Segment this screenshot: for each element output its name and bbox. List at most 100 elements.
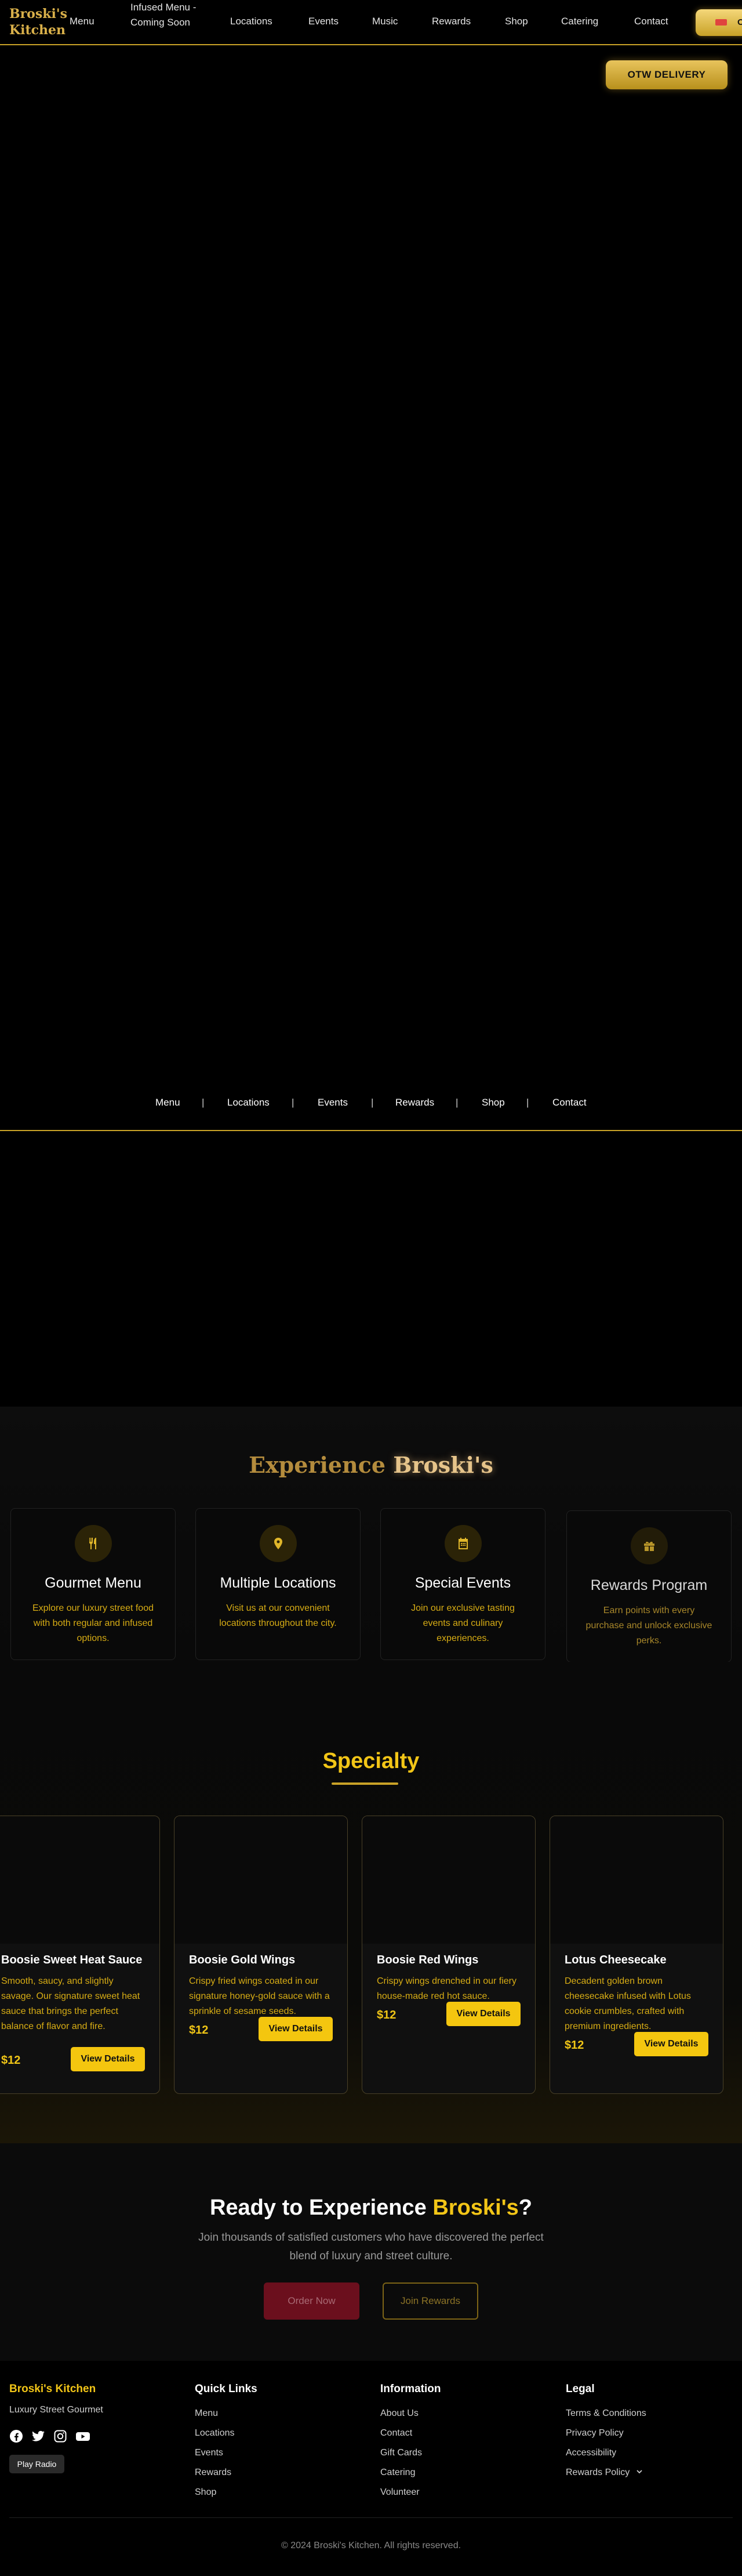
product-description: Crispy fried wings coated in our signatu…	[189, 1976, 330, 2016]
subnav-events[interactable]: Events	[318, 1097, 348, 1108]
footer-link[interactable]: About Us	[380, 2408, 441, 2428]
feature-title: Multiple Locations	[220, 1575, 336, 1591]
footer-link[interactable]: Menu	[195, 2408, 257, 2428]
feature-title: Gourmet Menu	[45, 1575, 141, 1591]
product-image	[0, 1816, 159, 1944]
footer-link[interactable]: Terms & Conditions	[566, 2408, 646, 2428]
delivery-badge-icon	[715, 19, 727, 26]
nav-music[interactable]: Music	[372, 16, 398, 27]
view-details-button[interactable]: View Details	[71, 2047, 145, 2071]
footer-link[interactable]: Gift Cards	[380, 2448, 441, 2468]
experience-title-highlight: Broski's	[393, 1452, 493, 1478]
product-price: $12	[377, 2009, 397, 2021]
gift-icon	[630, 1527, 668, 1564]
nav-infused-menu[interactable]: Infused Menu - Coming Soon	[130, 0, 217, 30]
specialty-title: Specialty	[322, 1749, 420, 1773]
product-card[interactable]: Lotus Cheesecake Decadent golden brown c…	[550, 1816, 723, 2094]
view-details-button[interactable]: View Details	[634, 2032, 708, 2056]
instagram-icon[interactable]	[53, 2429, 67, 2443]
otw-delivery-header-button[interactable]: O	[696, 9, 742, 36]
footer-link[interactable]: Accessibility	[566, 2448, 646, 2468]
join-rewards-button[interactable]: Join Rewards	[383, 2282, 478, 2320]
cta-section: Ready to Experience Broski's? Join thous…	[0, 2143, 742, 2361]
subnav-separator: |	[292, 1097, 294, 1108]
calendar-icon	[444, 1525, 482, 1562]
title-underline	[332, 1782, 398, 1785]
cta-title-highlight: Broski's	[432, 2195, 519, 2220]
footer-column-title: Quick Links	[195, 2383, 257, 2395]
footer-link[interactable]: Rewards	[195, 2468, 257, 2487]
copyright-text: © 2024 Broski's Kitchen. All rights rese…	[281, 2541, 461, 2550]
cta-title: Ready to Experience Broski's?	[0, 2195, 742, 2220]
secondary-nav: Menu | Locations | Events | Rewards | Sh…	[0, 1090, 742, 1131]
footer-link: Rewards Policy	[566, 2468, 630, 2477]
footer-link[interactable]: Volunteer	[380, 2487, 441, 2507]
product-price: $12	[565, 2039, 584, 2052]
footer-information: Information About Us Contact Gift Cards …	[380, 2383, 441, 2507]
feature-card-rewards[interactable]: Rewards Program Earn points with every p…	[566, 1510, 732, 1662]
product-name: Boosie Gold Wings	[189, 1954, 296, 1966]
utensils-icon	[74, 1525, 112, 1562]
footer-link[interactable]: Privacy Policy	[566, 2428, 646, 2448]
subnav-rewards[interactable]: Rewards	[395, 1097, 434, 1108]
experience-title: Experience Broski's	[0, 1452, 742, 1478]
product-card[interactable]: Boosie Red Wings Crispy wings drenched i…	[362, 1816, 536, 2094]
nav-shop[interactable]: Shop	[505, 16, 528, 27]
otw-header-label: O	[737, 17, 742, 27]
otw-delivery-button[interactable]: OTW DELIVERY	[606, 60, 728, 89]
feature-card-gourmet-menu[interactable]: Gourmet Menu Explore our luxury street f…	[10, 1508, 176, 1660]
footer-link[interactable]: Locations	[195, 2428, 257, 2448]
feature-title: Special Events	[414, 1575, 511, 1591]
nav-rewards[interactable]: Rewards	[432, 16, 471, 27]
view-details-button[interactable]: View Details	[259, 2017, 333, 2041]
feature-card-special-events[interactable]: Special Events Join our exclusive tastin…	[380, 1508, 545, 1660]
map-pin-icon	[259, 1525, 297, 1562]
product-image	[362, 1816, 535, 1944]
footer-link[interactable]: Contact	[380, 2428, 441, 2448]
cta-title-suffix: ?	[518, 2195, 533, 2220]
footer-link[interactable]: Events	[195, 2448, 257, 2468]
twitter-icon[interactable]	[31, 2429, 45, 2443]
rewards-policy-dropdown[interactable]: Rewards Policy	[566, 2468, 646, 2487]
footer-brand-column: Broski's Kitchen Luxury Street Gourmet P…	[9, 2383, 103, 2473]
feature-title: Rewards Program	[590, 1577, 708, 1593]
feature-card-locations[interactable]: Multiple Locations Visit us at our conve…	[195, 1508, 361, 1660]
play-radio-button[interactable]: Play Radio	[9, 2455, 64, 2473]
nav-locations[interactable]: Locations	[230, 16, 272, 27]
nav-menu[interactable]: Menu	[70, 16, 94, 27]
facebook-icon[interactable]	[9, 2429, 23, 2443]
subnav-separator: |	[371, 1097, 374, 1108]
order-now-button[interactable]: Order Now	[264, 2282, 359, 2320]
subnav-menu[interactable]: Menu	[155, 1097, 180, 1108]
footer-link[interactable]: Shop	[195, 2487, 257, 2507]
product-name: Boosie Red Wings	[377, 1954, 479, 1966]
youtube-icon[interactable]	[75, 2429, 90, 2443]
product-price: $12	[1, 2054, 21, 2067]
product-card[interactable]: Boosie Sweet Heat Sauce Smooth, saucy, a…	[0, 1816, 160, 2094]
view-details-button[interactable]: View Details	[446, 2002, 521, 2026]
product-card[interactable]: Boosie Gold Wings Crispy fried wings coa…	[174, 1816, 348, 2094]
nav-contact[interactable]: Contact	[634, 16, 668, 27]
subnav-locations[interactable]: Locations	[227, 1097, 270, 1108]
product-description: Smooth, saucy, and slightly savage. Our …	[1, 1976, 140, 2031]
product-description: Decadent golden brown cheesecake infused…	[565, 1976, 691, 2031]
feature-text: Explore our luxury street food with both…	[32, 1603, 154, 1643]
subnav-shop[interactable]: Shop	[482, 1097, 505, 1108]
feature-text: Join our exclusive tasting events and cu…	[411, 1603, 515, 1643]
product-image	[174, 1816, 347, 1944]
footer-tagline: Luxury Street Gourmet	[9, 2405, 103, 2415]
nav-events[interactable]: Events	[308, 16, 339, 27]
subnav-separator: |	[526, 1097, 529, 1108]
footer-link[interactable]: Catering	[380, 2468, 441, 2487]
footer-brand: Broski's Kitchen	[9, 2383, 96, 2395]
subnav-separator: |	[456, 1097, 459, 1108]
social-links	[9, 2429, 103, 2443]
nav-catering[interactable]: Catering	[561, 16, 598, 27]
cta-title-prefix: Ready to Experience	[209, 2195, 427, 2220]
subnav-contact[interactable]: Contact	[552, 1097, 587, 1108]
footer-legal: Legal Terms & Conditions Privacy Policy …	[566, 2383, 646, 2487]
feature-text: Visit us at our convenient locations thr…	[219, 1603, 337, 1628]
product-image	[550, 1816, 723, 1944]
specialty-section: Specialty Boosie Sweet Heat Sauce Smooth…	[0, 1662, 742, 2143]
chevron-down-icon	[636, 2470, 642, 2474]
